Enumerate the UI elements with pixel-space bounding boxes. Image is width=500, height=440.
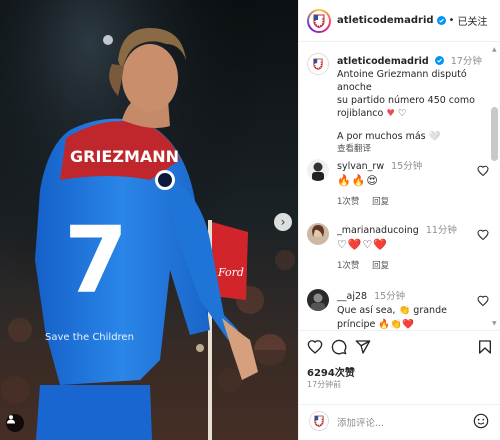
caption-text-line-4: A por muchos más 🤍 — [337, 131, 441, 142]
commenter-avatar[interactable] — [307, 159, 329, 181]
post-details-panel: atleticodemadrid • 已关注 atleticodemadrid … — [298, 0, 500, 440]
user-icon — [7, 415, 15, 424]
header-username-link[interactable]: atleticodemadrid — [337, 15, 434, 26]
post-time-ago: 17分钟前 — [307, 380, 342, 389]
comment-item: __aj28 15分钟 Que así sea, 👏 grande prínci… — [307, 289, 489, 330]
likes-count[interactable]: 6294次赞 — [307, 364, 355, 379]
caption-avatar[interactable] — [307, 53, 329, 75]
avatar-image — [307, 289, 329, 311]
comment-username-link[interactable]: __aj28 — [337, 291, 367, 302]
verified-badge-icon — [436, 16, 446, 25]
comment-username-link[interactable]: sylvan_rw — [337, 161, 384, 172]
flag-logo-text: Ford — [217, 266, 244, 279]
caption-text-line-2: su partido número 450 como — [337, 95, 475, 106]
tagged-users-button[interactable] — [6, 414, 24, 432]
comment-item: _marianaducoing 11分钟 ♡❤️♡❤️ 1次赞 回复 — [307, 223, 489, 283]
griezmann-photo-illustration: Ford GRIEZMANN 7 Save the Children — [0, 0, 298, 440]
heart-icon[interactable] — [307, 339, 323, 355]
atletico-crest-icon — [313, 14, 325, 28]
comment-item: sylvan_rw 15分钟 🔥🔥😍 1次赞 回复 — [307, 159, 489, 219]
comment-meta: 1次赞 回复 — [337, 195, 399, 207]
comment-text-line-2: príncipe 🔥👏❤️ — [337, 319, 414, 330]
post-header: atleticodemadrid • 已关注 — [299, 0, 500, 42]
see-translation-link[interactable]: 查看翻译 — [337, 143, 489, 156]
emoji-picker-icon[interactable] — [473, 413, 489, 429]
comment-icon[interactable] — [331, 339, 347, 355]
caption-time: 17分钟 — [450, 56, 482, 67]
caption-text-line-1: Antoine Griezmann disputó anoche — [337, 69, 467, 93]
post-actions: 6294次赞 17分钟前 — [299, 330, 500, 390]
atletico-crest-icon — [314, 415, 324, 427]
heart-outline-icon[interactable] — [477, 295, 489, 307]
verified-badge-icon — [434, 56, 444, 65]
heart-outline-icon[interactable] — [477, 165, 489, 177]
comments-scroll-area[interactable]: atleticodemadrid 17分钟 Antoine Griezmann … — [299, 43, 500, 330]
add-comment-bar: 添加评论... — [299, 404, 500, 440]
current-user-avatar — [309, 411, 329, 431]
reply-button[interactable]: 回复 — [372, 197, 389, 207]
heart-outline-icon[interactable] — [477, 229, 489, 241]
instagram-post-viewer: Ford GRIEZMANN 7 Save the Children › atl… — [0, 0, 500, 440]
commenter-avatar[interactable] — [307, 223, 329, 245]
comment-meta: 1次赞 回复 — [337, 259, 399, 271]
avatar-image — [307, 223, 329, 245]
shirt-number-text: 7 — [64, 207, 128, 314]
profile-avatar[interactable] — [307, 8, 331, 33]
scrollbar-thumb[interactable] — [491, 107, 498, 161]
caption-username-link[interactable]: atleticodemadrid — [337, 56, 429, 67]
caption-text-line-3: rojiblanco — [337, 108, 384, 119]
post-photo[interactable]: Ford GRIEZMANN 7 Save the Children › — [0, 0, 298, 440]
comment-likes[interactable]: 1次赞 — [337, 261, 359, 271]
comment-body: sylvan_rw 15分钟 🔥🔥😍 — [337, 160, 467, 188]
comment-text: 🔥🔥😍 — [337, 174, 379, 187]
avatar-image — [307, 159, 329, 181]
comment-text-line-1: Que así sea, 👏 grande — [337, 305, 447, 316]
sponsor-text: Save the Children — [45, 332, 134, 343]
shirt-name-text: GRIEZMANN — [70, 147, 179, 166]
comment-body: _marianaducoing 11分钟 ♡❤️♡❤️ — [337, 224, 467, 252]
comment-time: 15分钟 — [391, 161, 423, 172]
scroll-up-arrow-icon[interactable]: ▲ — [492, 47, 497, 53]
bookmark-icon[interactable] — [477, 339, 493, 355]
following-button[interactable]: 已关注 — [457, 13, 487, 28]
atletico-crest-icon — [313, 58, 323, 70]
next-photo-button[interactable]: › — [274, 213, 292, 231]
separator-dot: • — [448, 15, 455, 26]
reply-button[interactable]: 回复 — [372, 261, 389, 271]
comment-likes[interactable]: 1次赞 — [337, 197, 359, 207]
heart-outline-icon: ♡ — [397, 108, 407, 119]
comment-body: __aj28 15分钟 Que así sea, 👏 grande prínci… — [337, 290, 467, 330]
comment-text: ♡❤️♡❤️ — [337, 238, 389, 251]
share-icon[interactable] — [355, 339, 371, 355]
chevron-right-icon: › — [280, 215, 286, 229]
comment-time: 11分钟 — [425, 225, 457, 236]
comment-time: 15分钟 — [374, 291, 406, 302]
caption-body: atleticodemadrid 17分钟 Antoine Griezmann … — [337, 55, 489, 156]
comment-username-link[interactable]: _marianaducoing — [337, 225, 419, 236]
commenter-avatar[interactable] — [307, 289, 329, 311]
heart-red-icon: ♥ — [386, 108, 395, 119]
scroll-down-arrow-icon[interactable]: ▼ — [492, 321, 497, 327]
comment-input[interactable]: 添加评论... — [337, 415, 384, 429]
